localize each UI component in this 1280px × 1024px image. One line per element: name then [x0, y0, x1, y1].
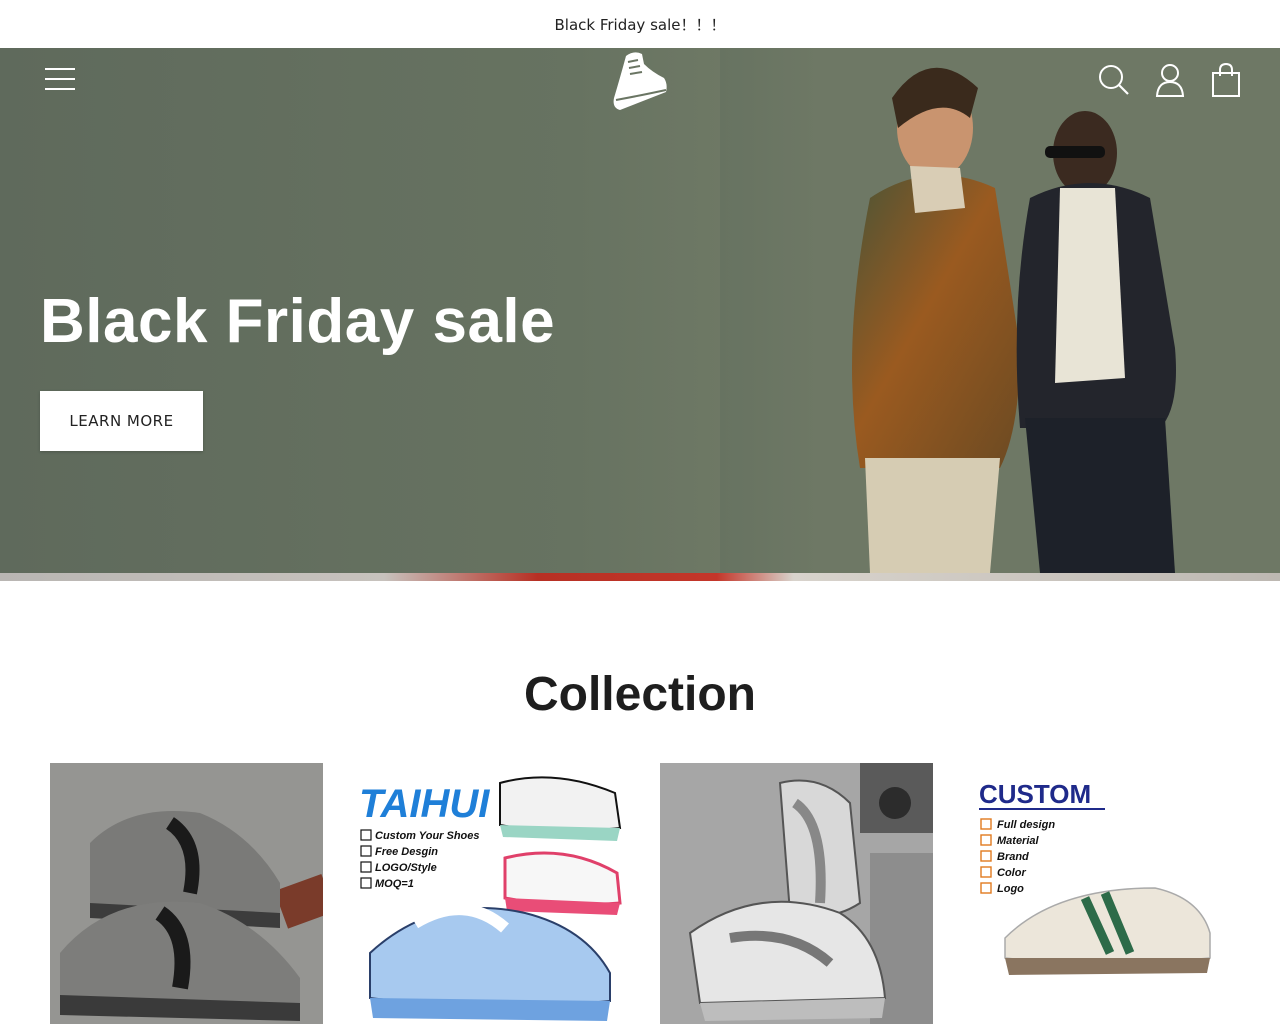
- account-icon[interactable]: [1154, 62, 1186, 98]
- hamburger-icon: [45, 68, 75, 90]
- header-actions: [1098, 62, 1242, 98]
- collection-grid: TAIHUI Custom Your Shoes Free Desgin LOG…: [50, 763, 1238, 1024]
- custom-heading: CUSTOM: [979, 779, 1091, 809]
- collection-card-4[interactable]: CUSTOM Full design Material Brand Color …: [965, 763, 1238, 1024]
- announcement-text: Black Friday sale！！！: [554, 15, 726, 34]
- announcement-bar: Black Friday sale！！！: [0, 0, 1280, 48]
- hero-models-image: [720, 48, 1280, 573]
- custom-sneaker-image: CUSTOM Full design Material Brand Color …: [965, 763, 1238, 1024]
- collection-card-3[interactable]: [660, 763, 933, 1024]
- cart-bag-icon[interactable]: [1210, 62, 1242, 98]
- next-slide-peek: [0, 573, 1280, 581]
- site-header: [0, 48, 1280, 114]
- collection-card-2[interactable]: TAIHUI Custom Your Shoes Free Desgin LOG…: [355, 763, 628, 1024]
- grey-white-sneakers-image: [660, 763, 933, 1024]
- collection-card-1[interactable]: [50, 763, 323, 1024]
- svg-text:Color: Color: [997, 867, 1026, 879]
- svg-text:Material: Material: [997, 835, 1040, 847]
- grey-black-sneakers-image: [50, 763, 323, 1024]
- svg-text:Free Desgin: Free Desgin: [375, 846, 438, 858]
- taihui-sneakers-image: TAIHUI Custom Your Shoes Free Desgin LOG…: [355, 763, 628, 1024]
- sneaker-logo-icon[interactable]: [608, 48, 672, 114]
- hero-banner: Black Friday sale LEARN MORE: [0, 48, 1280, 573]
- svg-text:Brand: Brand: [997, 851, 1029, 863]
- svg-text:Logo: Logo: [997, 883, 1024, 895]
- collection-title: Collection: [523, 668, 756, 721]
- svg-text:MOQ=1: MOQ=1: [375, 878, 414, 890]
- svg-text:LOGO/Style: LOGO/Style: [375, 862, 437, 874]
- learn-more-button[interactable]: LEARN MORE: [40, 391, 203, 451]
- svg-text:Custom Your Shoes: Custom Your Shoes: [375, 830, 480, 842]
- hero-title: Black Friday sale: [40, 287, 556, 356]
- hamburger-menu-button[interactable]: [40, 66, 80, 96]
- svg-text:Full design: Full design: [997, 819, 1055, 831]
- search-icon[interactable]: [1098, 62, 1130, 98]
- taihui-brand-text: TAIHUI: [359, 782, 490, 826]
